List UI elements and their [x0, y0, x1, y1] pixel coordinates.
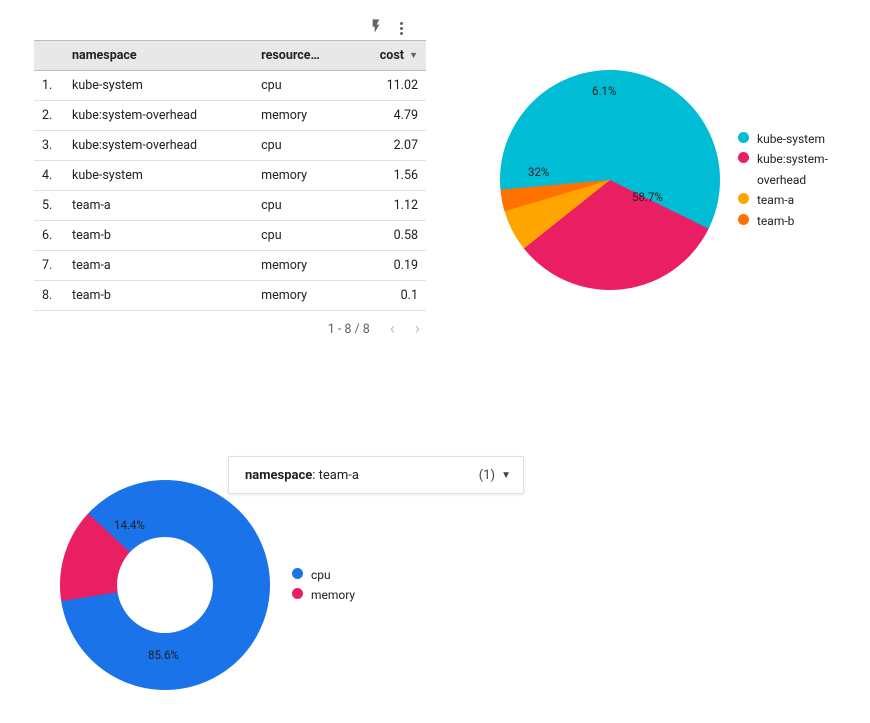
row-cost: 0.19 [353, 251, 426, 281]
row-resource: cpu [253, 221, 353, 251]
namespace-pie-chart: 58.7% 32% 6.1% kube-systemkube:system-ov… [500, 70, 848, 290]
pie-slice-label-2: 32% [528, 165, 549, 179]
col-namespace[interactable]: namespace [64, 41, 253, 71]
col-index[interactable] [34, 41, 64, 71]
row-namespace: kube:system-overhead [64, 101, 253, 131]
table-row[interactable]: 5.team-acpu1.12 [34, 191, 426, 221]
legend-swatch [292, 568, 303, 579]
row-cost: 4.79 [353, 101, 426, 131]
legend-item[interactable]: kube-system [738, 129, 848, 149]
legend-swatch [292, 588, 303, 599]
row-namespace: kube-system [64, 71, 253, 101]
row-index: 2. [34, 101, 64, 131]
row-cost: 2.07 [353, 131, 426, 161]
legend-item[interactable]: cpu [292, 565, 355, 585]
resource-donut-chart: 85.6% 14.4% cpumemory [60, 480, 355, 690]
table-row[interactable]: 4.kube-systemmemory1.56 [34, 161, 426, 191]
chevron-down-icon: ▼ [501, 470, 511, 481]
legend-label: team-a [757, 190, 794, 210]
row-resource: cpu [253, 131, 353, 161]
row-resource: memory [253, 251, 353, 281]
table-row[interactable]: 7.team-amemory0.19 [34, 251, 426, 281]
row-index: 4. [34, 161, 64, 191]
cost-table: namespace resource… cost ▼ 1.kube-system… [34, 40, 426, 339]
legend-swatch [738, 214, 749, 225]
row-cost: 0.1 [353, 281, 426, 311]
pie-slice-label-1: 58.7% [632, 190, 663, 204]
donut-graphic[interactable]: 85.6% 14.4% [60, 480, 270, 690]
table-row[interactable]: 3.kube:system-overheadcpu2.07 [34, 131, 426, 161]
legend-swatch [738, 193, 749, 204]
row-cost: 1.56 [353, 161, 426, 191]
row-cost: 1.12 [353, 191, 426, 221]
row-index: 8. [34, 281, 64, 311]
legend-swatch [738, 152, 749, 163]
row-cost: 11.02 [353, 71, 426, 101]
pager-prev-icon[interactable]: ‹ [390, 319, 395, 339]
pie-graphic[interactable]: 58.7% 32% 6.1% [500, 70, 720, 290]
table-row[interactable]: 8.team-bmemory0.1 [34, 281, 426, 311]
row-namespace: team-a [64, 251, 253, 281]
legend-label: memory [311, 585, 355, 605]
legend-item[interactable]: team-a [738, 190, 848, 210]
pager-range: 1 - 8 / 8 [328, 322, 370, 337]
row-index: 3. [34, 131, 64, 161]
row-resource: memory [253, 281, 353, 311]
sort-desc-icon: ▼ [409, 51, 418, 61]
row-namespace: kube-system [64, 161, 253, 191]
row-namespace: team-b [64, 281, 253, 311]
row-index: 5. [34, 191, 64, 221]
donut-slice-label-1: 85.6% [148, 648, 179, 662]
donut-slice-label-2: 14.4% [114, 518, 145, 532]
more-menu-icon[interactable] [398, 20, 405, 37]
col-resource[interactable]: resource… [253, 41, 353, 71]
pie-legend: kube-systemkube:system-overheadteam-atea… [738, 129, 848, 231]
row-resource: cpu [253, 71, 353, 101]
row-namespace: team-a [64, 191, 253, 221]
table-row[interactable]: 2.kube:system-overheadmemory4.79 [34, 101, 426, 131]
lightning-icon[interactable] [368, 18, 384, 38]
legend-label: kube-system [757, 129, 825, 149]
row-resource: cpu [253, 191, 353, 221]
row-resource: memory [253, 161, 353, 191]
legend-label: team-b [757, 211, 794, 231]
pager-next-icon[interactable]: › [415, 319, 420, 339]
row-namespace: team-b [64, 221, 253, 251]
legend-item[interactable]: memory [292, 585, 355, 605]
filter-count-wrap: (1) ▼ [479, 468, 511, 483]
col-cost-label: cost [380, 48, 404, 63]
table-row[interactable]: 1.kube-systemcpu11.02 [34, 71, 426, 101]
table-header-row: namespace resource… cost ▼ [34, 41, 426, 71]
row-index: 6. [34, 221, 64, 251]
pager: 1 - 8 / 8 ‹ › [34, 311, 426, 339]
legend-item[interactable]: team-b [738, 211, 848, 231]
legend-item[interactable]: kube:system-overhead [738, 149, 848, 190]
table-row[interactable]: 6.team-bcpu0.58 [34, 221, 426, 251]
legend-swatch [738, 132, 749, 143]
row-index: 1. [34, 71, 64, 101]
donut-legend: cpumemory [292, 565, 355, 606]
pie-slice-label-3: 6.1% [592, 84, 616, 98]
legend-label: kube:system-overhead [757, 149, 848, 190]
row-namespace: kube:system-overhead [64, 131, 253, 161]
row-cost: 0.58 [353, 221, 426, 251]
legend-label: cpu [311, 565, 331, 585]
row-resource: memory [253, 101, 353, 131]
filter-count: (1) [479, 468, 495, 483]
row-index: 7. [34, 251, 64, 281]
col-cost[interactable]: cost ▼ [353, 41, 426, 71]
